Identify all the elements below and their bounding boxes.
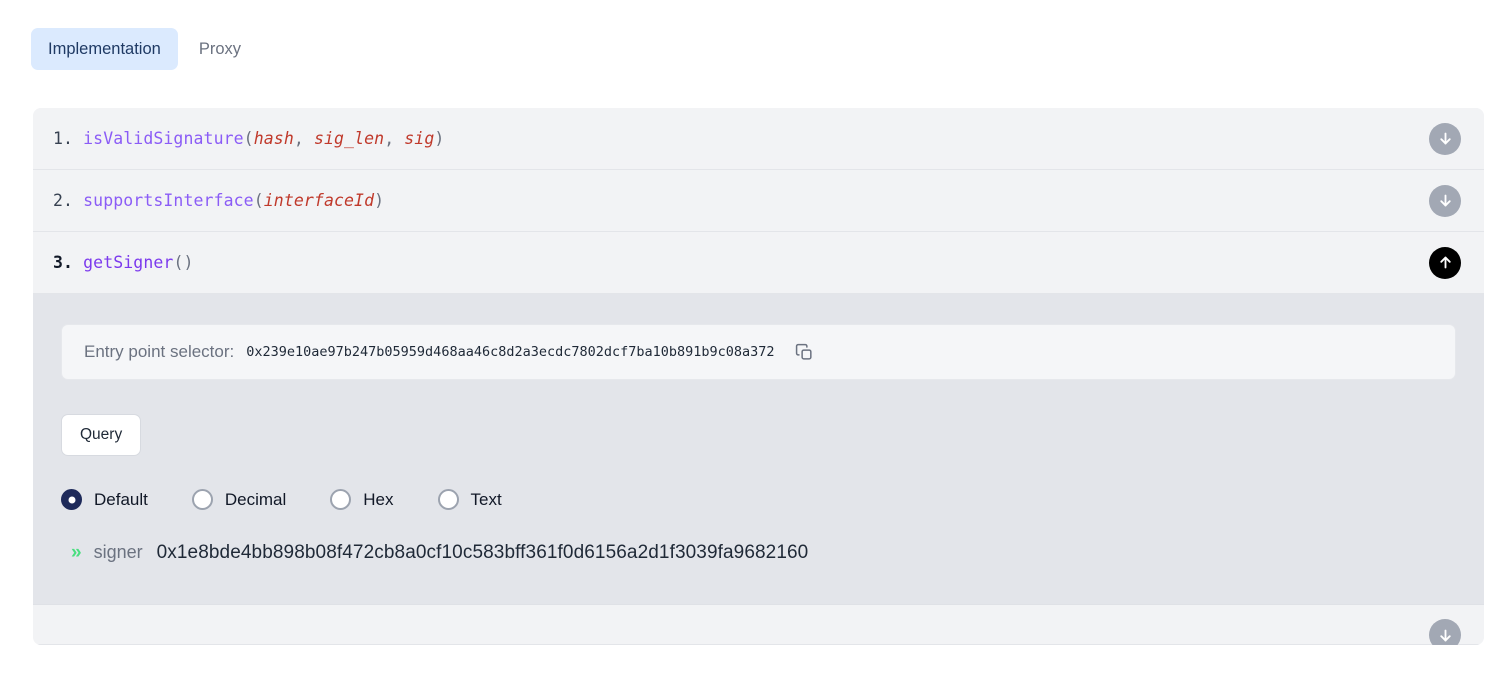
function-row-isvalidsignature[interactable]: 1. isValidSignature(hash, sig_len, sig) (33, 108, 1484, 170)
entry-point-selector-label: Entry point selector: (84, 342, 235, 361)
radio-dot-icon (437, 489, 459, 510)
radio-label: Hex (363, 489, 394, 509)
result-key: signer (93, 542, 143, 562)
radio-label: Default (94, 489, 148, 509)
query-button[interactable]: Query (61, 414, 142, 456)
down-arrow-icon[interactable] (1429, 184, 1461, 217)
function-row-getsigner[interactable]: 3. getSigner() (33, 232, 1484, 294)
double-chevron-right-icon: » (71, 542, 81, 563)
entry-point-selector-box: Entry point selector: 0x239e10ae97b247b0… (61, 324, 1456, 380)
function-index: 2. (53, 191, 74, 210)
down-arrow-icon[interactable] (1429, 619, 1461, 645)
function-signature: 3. getSigner() (53, 253, 194, 272)
tab-implementation[interactable]: Implementation (31, 27, 178, 71)
entry-point-selector-value: 0x239e10ae97b247b05959d468aa46c8d2a3ecdc… (246, 344, 775, 360)
radio-dot-icon (191, 489, 213, 510)
radio-option-hex[interactable]: Hex (330, 489, 394, 510)
function-row-supportsinterface[interactable]: 2. supportsInterface(interfaceId) (33, 170, 1484, 232)
function-arg: sig_len (313, 129, 385, 148)
function-detail-panel: Entry point selector: 0x239e10ae97b247b0… (33, 294, 1484, 605)
radio-label: Text (470, 489, 502, 509)
radio-option-default[interactable]: Default (61, 489, 148, 510)
radio-dot-icon (61, 489, 82, 510)
down-arrow-icon[interactable] (1429, 122, 1461, 155)
result-value: 0x1e8bde4bb898b08f472cb8a0cf10c583bff361… (156, 542, 809, 563)
function-index: 3. (53, 253, 74, 272)
radio-label: Decimal (224, 489, 287, 509)
function-arg: sig (404, 129, 435, 148)
copy-icon[interactable] (795, 343, 814, 362)
tab-bar: Implementation Proxy (0, 0, 1502, 76)
function-row-next[interactable] (33, 605, 1484, 645)
function-index: 1. (53, 129, 74, 148)
tab-proxy[interactable]: Proxy (182, 28, 258, 71)
query-result-row: » signer 0x1e8bde4bb898b08f472cb8a0cf10c… (61, 542, 1456, 564)
function-arg: hash (253, 129, 294, 148)
function-name: getSigner (83, 253, 174, 272)
function-list-panel: 1. isValidSignature(hash, sig_len, sig) … (33, 108, 1484, 645)
function-signature: 2. supportsInterface(interfaceId) (53, 191, 385, 210)
radio-option-decimal[interactable]: Decimal (191, 489, 287, 510)
function-name: supportsInterface (83, 191, 254, 210)
format-radio-group: Default Decimal Hex Text (61, 489, 1456, 510)
radio-option-text[interactable]: Text (437, 489, 502, 510)
function-name: isValidSignature (83, 129, 244, 148)
function-signature: 1. isValidSignature(hash, sig_len, sig) (53, 129, 445, 148)
up-arrow-icon[interactable] (1429, 246, 1461, 279)
radio-dot-icon (330, 489, 352, 510)
function-arg: interfaceId (263, 191, 375, 210)
